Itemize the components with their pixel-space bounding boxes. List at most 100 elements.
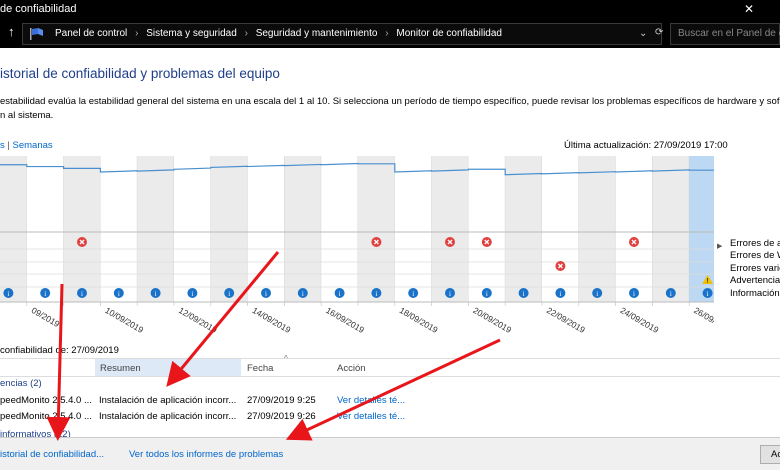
view-all-reports-link[interactable]: Ver todos los informes de problemas bbox=[129, 449, 283, 460]
info-mark: i bbox=[449, 290, 451, 298]
category-warnings: Advertencia bbox=[730, 275, 780, 286]
day-column bbox=[210, 156, 248, 302]
day-column bbox=[0, 156, 27, 302]
page-title: istorial de confiabilidad y problemas de… bbox=[0, 66, 280, 81]
info-mark: i bbox=[633, 290, 635, 298]
reliability-chart[interactable]: ! i i i i i i i i i i i i i i i i i i i i 09/2019 10/09/2019 12… bbox=[0, 156, 714, 336]
info-mark: i bbox=[707, 290, 709, 298]
column-summary[interactable]: Resumen bbox=[95, 359, 241, 376]
table-row[interactable]: peedMonito 2.5.4.0 ... Instalación de ap… bbox=[0, 395, 780, 409]
x-tick-label: 24/09/2019 bbox=[619, 305, 661, 335]
info-mark: i bbox=[339, 290, 341, 298]
x-tick-label: 22/09/2019 bbox=[545, 305, 587, 335]
info-mark: i bbox=[44, 290, 46, 298]
details-title: confiabilidad de: 27/09/2019 bbox=[0, 345, 119, 356]
row-summary: Instalación de aplicación incorr... bbox=[99, 395, 237, 406]
day-column bbox=[431, 156, 469, 302]
category-information: Información bbox=[730, 288, 780, 299]
address-bar: ↑ Panel de control › Sistema y seguridad… bbox=[0, 20, 780, 48]
day-column bbox=[468, 156, 506, 302]
day-column bbox=[578, 156, 616, 302]
info-mark: i bbox=[412, 290, 414, 298]
row-summary: Instalación de aplicación incorr... bbox=[99, 411, 237, 422]
day-column bbox=[394, 156, 432, 302]
x-tick-label: 12/09/2019 bbox=[177, 305, 219, 335]
control-panel-flag-icon bbox=[30, 28, 43, 40]
accept-button[interactable]: Ac bbox=[760, 445, 780, 464]
crumb-system-security[interactable]: Sistema y seguridad bbox=[146, 28, 237, 39]
day-column bbox=[100, 156, 138, 302]
up-arrow-icon[interactable]: ↑ bbox=[8, 24, 15, 39]
footer-bar: istorial de confiabilidad... Ver todos l… bbox=[0, 437, 780, 470]
row-date: 27/09/2019 9:25 bbox=[247, 395, 316, 406]
day-column bbox=[63, 156, 101, 302]
scroll-right-icon[interactable]: ▶ bbox=[717, 242, 722, 250]
group-warnings[interactable]: encias (2) bbox=[0, 378, 42, 389]
last-update: Última actualización: 27/09/2019 17:00 bbox=[564, 140, 728, 151]
info-mark: i bbox=[523, 290, 525, 298]
day-column bbox=[247, 156, 285, 302]
info-mark: i bbox=[559, 290, 561, 298]
crumb-reliability-monitor[interactable]: Monitor de confiabilidad bbox=[396, 28, 502, 39]
description-line-1: estabilidad evalúa la estabilidad genera… bbox=[0, 96, 780, 107]
view-weeks-link[interactable]: Semanas bbox=[13, 140, 53, 151]
column-action[interactable]: Acción bbox=[337, 363, 366, 374]
info-mark: i bbox=[265, 290, 267, 298]
view-selector: s | Semanas bbox=[0, 140, 53, 151]
title-bar: de confiabilidad ✕ bbox=[0, 0, 780, 20]
info-mark: i bbox=[118, 290, 120, 298]
crumb-separator: › bbox=[244, 28, 248, 39]
day-column bbox=[542, 156, 579, 302]
close-icon[interactable]: ✕ bbox=[744, 2, 754, 16]
day-column bbox=[505, 156, 542, 302]
table-row[interactable]: peedMonito 2.5.4.0 ... Instalación de ap… bbox=[0, 411, 780, 425]
day-column bbox=[615, 156, 653, 302]
category-windows-errors: Errores de W bbox=[730, 250, 780, 261]
day-column bbox=[174, 156, 211, 302]
window-title: de confiabilidad bbox=[0, 3, 77, 15]
crumb-separator: › bbox=[135, 28, 139, 39]
refresh-icon[interactable]: ⟳ bbox=[655, 27, 663, 38]
info-mark: i bbox=[81, 290, 83, 298]
day-column bbox=[321, 156, 358, 302]
info-mark: i bbox=[7, 290, 9, 298]
column-date[interactable]: Fecha bbox=[247, 363, 273, 374]
day-column bbox=[137, 156, 174, 302]
view-days-link[interactable]: s bbox=[0, 140, 5, 151]
x-tick-label: 18/09/2019 bbox=[398, 305, 440, 335]
crumb-separator: › bbox=[385, 28, 389, 39]
row-source: peedMonito 2.5.4.0 ... bbox=[0, 411, 92, 422]
info-mark: i bbox=[228, 290, 230, 298]
row-date: 27/09/2019 9:26 bbox=[247, 411, 316, 422]
day-column bbox=[26, 156, 64, 302]
x-tick-label: 10/09/2019 bbox=[103, 305, 145, 335]
info-mark: i bbox=[302, 290, 304, 298]
day-column bbox=[358, 156, 395, 302]
breadcrumb[interactable]: Panel de control › Sistema y seguridad ›… bbox=[22, 23, 663, 45]
info-mark: i bbox=[155, 290, 157, 298]
row-action-link[interactable]: Ver detalles té... bbox=[337, 395, 405, 406]
info-mark: i bbox=[375, 290, 377, 298]
chevron-down-icon[interactable]: ⌄ bbox=[639, 28, 647, 39]
search-placeholder: Buscar en el Panel de co bbox=[678, 28, 780, 39]
crumb-control-panel[interactable]: Panel de control bbox=[55, 28, 127, 39]
day-column bbox=[284, 156, 322, 302]
x-tick-label: 14/09/2019 bbox=[251, 305, 293, 335]
info-mark: i bbox=[486, 290, 488, 298]
row-source: peedMonito 2.5.4.0 ... bbox=[0, 395, 92, 406]
description-line-2: n al sistema. bbox=[0, 110, 54, 121]
x-tick-label: 26/09/2019 bbox=[692, 305, 714, 335]
info-mark: i bbox=[670, 290, 672, 298]
search-input[interactable]: Buscar en el Panel de co bbox=[670, 23, 780, 45]
details-table-header: Resumen Fecha Acción bbox=[0, 358, 780, 377]
category-misc-errors: Errores vario bbox=[730, 263, 780, 274]
crumb-security-maintenance[interactable]: Seguridad y mantenimiento bbox=[256, 28, 378, 39]
category-app-errors: Errores de a bbox=[730, 238, 780, 249]
x-tick-label: 09/2019 bbox=[30, 305, 62, 329]
save-history-link[interactable]: istorial de confiabilidad... bbox=[0, 449, 104, 460]
warning-mark: ! bbox=[707, 278, 709, 285]
info-mark: i bbox=[596, 290, 598, 298]
row-action-link[interactable]: Ver detalles té... bbox=[337, 411, 405, 422]
view-separator: | bbox=[7, 140, 10, 151]
info-mark: i bbox=[191, 290, 193, 298]
